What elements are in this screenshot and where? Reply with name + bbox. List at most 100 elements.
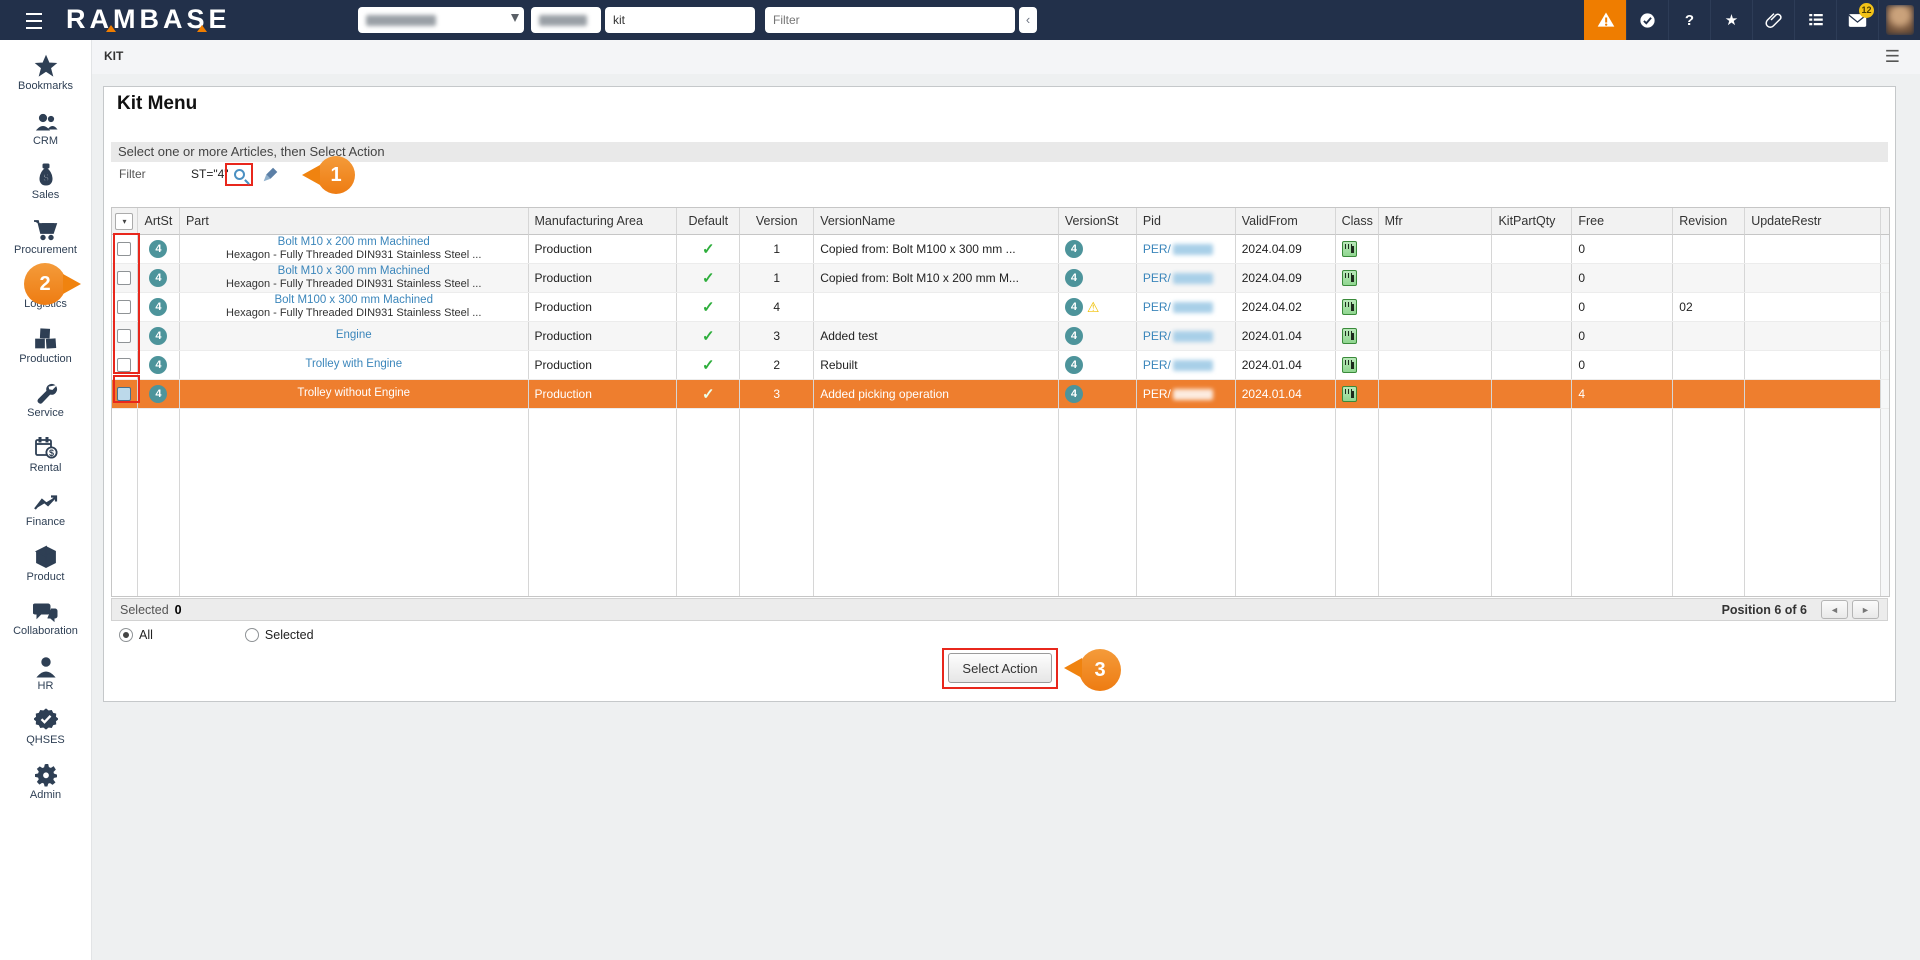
row-checkbox[interactable] — [117, 300, 131, 314]
radio-selected[interactable] — [245, 628, 259, 642]
row-checkbox[interactable] — [117, 358, 131, 372]
pid-link[interactable]: PER/ — [1143, 358, 1171, 372]
clear-filter-icon[interactable] — [262, 166, 279, 188]
column-header[interactable]: Version — [740, 208, 814, 235]
part-link[interactable]: Bolt M10 x 200 mm Machined — [278, 236, 430, 249]
previous-row-button[interactable]: ◄ — [1821, 600, 1848, 619]
radio-all[interactable] — [119, 628, 133, 642]
pid-link[interactable]: PER/ — [1143, 329, 1171, 343]
grid-scrollbar[interactable] — [1881, 380, 1889, 408]
column-header[interactable]: ArtSt — [138, 208, 180, 235]
grid-scrollbar[interactable] — [1881, 264, 1889, 292]
sidebar-item-sales[interactable]: $ Sales — [0, 161, 91, 216]
table-row[interactable]: 4 Trolley with Engine Production ✓ 2 Reb… — [112, 351, 1889, 380]
sidebar-item-bookmarks[interactable]: Bookmarks — [0, 52, 91, 107]
row-checkbox[interactable] — [117, 271, 131, 285]
sidebar-item-product[interactable]: Product — [0, 543, 91, 598]
table-row[interactable]: 4 Engine Production ✓ 3 Added test 4 PER… — [112, 322, 1889, 351]
select-dropdown-button[interactable]: ▾ — [115, 213, 133, 230]
column-header[interactable]: ValidFrom — [1236, 208, 1336, 235]
row-checkbox[interactable] — [117, 242, 131, 256]
sidebar-item-collaboration[interactable]: Collaboration — [0, 597, 91, 652]
column-header[interactable]: Class — [1336, 208, 1379, 235]
sidebar-item-finance[interactable]: Finance — [0, 488, 91, 543]
cell-version-name: Added picking operation — [814, 380, 1059, 408]
column-header[interactable]: UpdateRestr — [1745, 208, 1881, 235]
part-link[interactable]: Trolley with Engine — [305, 358, 402, 371]
alerts-warning-icon[interactable] — [1584, 0, 1626, 40]
cell-area: Production — [529, 322, 678, 350]
column-header[interactable]: Default — [677, 208, 740, 235]
part-link[interactable]: Engine — [336, 329, 372, 342]
column-header[interactable]: Manufacturing Area — [529, 208, 678, 235]
sidebar-item-procurement[interactable]: Procurement — [0, 216, 91, 271]
part-link[interactable]: Bolt M10 x 300 mm Machined — [278, 265, 430, 278]
column-header[interactable]: Free — [1572, 208, 1673, 235]
collapse-search-button[interactable]: ‹ — [1019, 7, 1037, 33]
sidebar-item-hr[interactable]: HR — [0, 652, 91, 707]
tasks-list-icon[interactable] — [1794, 0, 1836, 40]
column-header[interactable]: VersionName — [814, 208, 1059, 235]
main-menu-icon[interactable] — [24, 8, 46, 32]
table-row-selected[interactable]: 4 Trolley without Engine Production ✓ 3 … — [112, 380, 1889, 409]
cell-mfr — [1379, 322, 1493, 350]
search-icon[interactable] — [234, 169, 245, 180]
messages-envelope-icon[interactable]: 12 — [1836, 0, 1878, 40]
part-link[interactable]: Bolt M100 x 300 mm Machined — [274, 294, 433, 307]
topbar-filter-input[interactable] — [765, 7, 1015, 33]
table-row[interactable]: 4 Bolt M10 x 200 mm Machined Hexagon - F… — [112, 235, 1889, 264]
pid-link[interactable]: PER/ — [1143, 300, 1171, 314]
context-menu-icon[interactable]: ☰ — [1885, 47, 1900, 67]
cell-revision — [1673, 235, 1745, 263]
row-checkbox[interactable] — [117, 387, 131, 401]
filter-value[interactable]: ST="4" — [191, 167, 229, 181]
profile-avatar[interactable] — [1878, 0, 1920, 40]
tab-kit[interactable]: KIT — [104, 49, 123, 63]
grid-scrollbar[interactable] — [1881, 293, 1889, 321]
pid-link[interactable]: PER/ — [1143, 242, 1171, 256]
grid-scrollbar[interactable] — [1881, 322, 1889, 350]
pin-icon[interactable] — [511, 14, 519, 22]
approvals-check-icon[interactable] — [1626, 0, 1668, 40]
column-header[interactable]: Part — [180, 208, 529, 235]
column-header[interactable]: Revision — [1673, 208, 1745, 235]
cell-version: 1 — [740, 264, 814, 292]
sidebar-item-qhses[interactable]: QHSES — [0, 706, 91, 761]
warning-icon: ⚠ — [1087, 299, 1100, 316]
object-id-input[interactable] — [531, 7, 601, 33]
favorites-star-icon[interactable]: ★ — [1710, 0, 1752, 40]
attachment-paperclip-icon[interactable] — [1752, 0, 1794, 40]
rambase-logo: RAMBASE — [66, 4, 231, 35]
balloon-number: 2 — [24, 263, 66, 305]
chart-line-icon — [33, 488, 59, 514]
grid-scrollbar[interactable] — [1881, 208, 1889, 235]
column-header[interactable]: VersionSt — [1059, 208, 1137, 235]
column-header[interactable]: KitPartQty — [1492, 208, 1572, 235]
program-search-input[interactable] — [605, 7, 755, 33]
next-row-button[interactable]: ► — [1852, 600, 1879, 619]
help-icon[interactable]: ? — [1668, 0, 1710, 40]
balloon-tail — [63, 274, 81, 294]
table-row[interactable]: 4 Bolt M100 x 300 mm Machined Hexagon - … — [112, 293, 1889, 322]
part-link[interactable]: Trolley without Engine — [297, 387, 410, 400]
column-header[interactable]: Pid — [1137, 208, 1236, 235]
grid-scrollbar[interactable] — [1881, 235, 1889, 263]
sidebar-item-rental[interactable]: $ Rental — [0, 434, 91, 489]
table-row[interactable]: 4 Bolt M10 x 300 mm Machined Hexagon - F… — [112, 264, 1889, 293]
pid-link[interactable]: PER/ — [1143, 271, 1171, 285]
cell-kitpartqty — [1492, 235, 1572, 263]
sidebar-item-label: Finance — [26, 516, 65, 528]
artst-badge: 4 — [149, 356, 167, 374]
module-search-input[interactable] — [358, 7, 524, 33]
sidebar-item-service[interactable]: Service — [0, 379, 91, 434]
sidebar-item-admin[interactable]: Admin — [0, 761, 91, 816]
sidebar-item-crm[interactable]: CRM — [0, 107, 91, 162]
column-header[interactable]: Mfr — [1379, 208, 1493, 235]
sidebar-item-production[interactable]: Production — [0, 325, 91, 380]
row-checkbox[interactable] — [117, 329, 131, 343]
grid-scrollbar[interactable] — [1881, 351, 1889, 379]
instruction-text: Select one or more Articles, then Select… — [111, 142, 1888, 162]
sidebar-item-label: Sales — [32, 189, 60, 201]
select-action-button[interactable]: Select Action — [948, 653, 1052, 683]
pid-link[interactable]: PER/ — [1143, 387, 1171, 401]
